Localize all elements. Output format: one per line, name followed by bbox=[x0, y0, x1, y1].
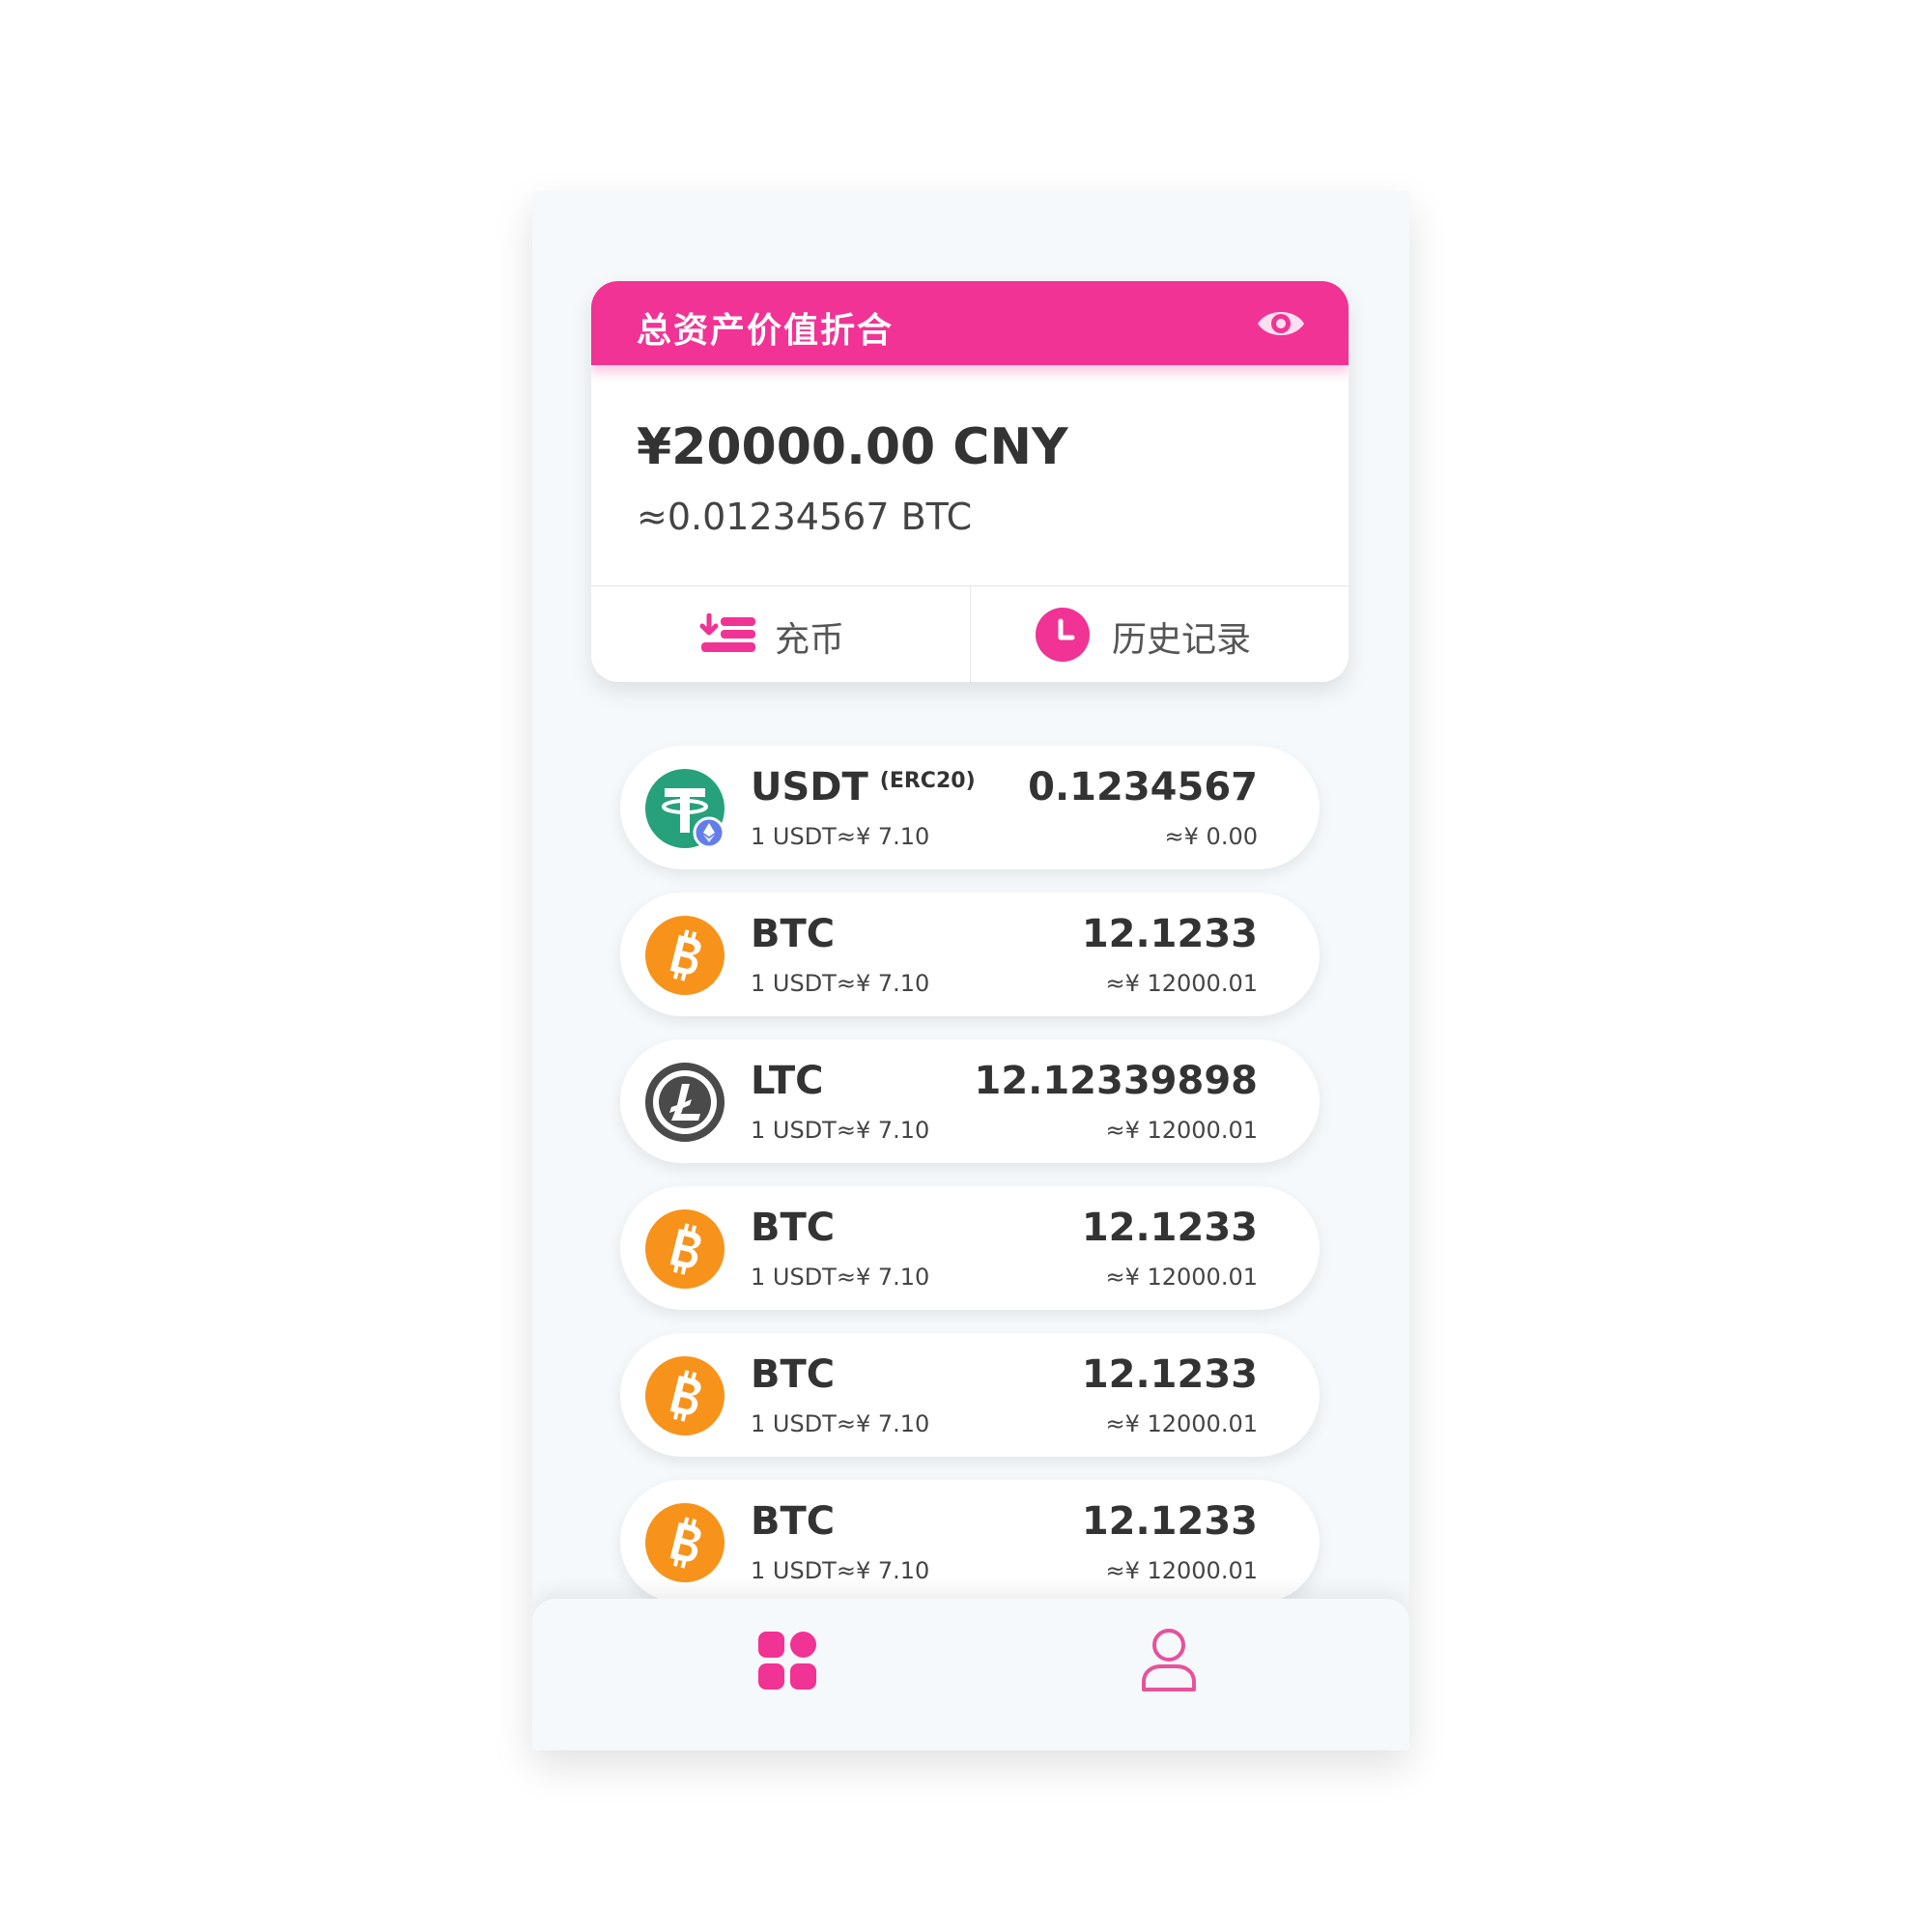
card-actions: 充币 历史记录 bbox=[591, 585, 1349, 682]
coin-amount: 12.1233 bbox=[1081, 1206, 1258, 1250]
coin-name: USDT (ERC20) bbox=[751, 765, 976, 810]
bottom-tab-bar bbox=[532, 1599, 1409, 1750]
bitcoin-icon bbox=[645, 1503, 724, 1582]
coin-rate: 1 USDT≈¥ 7.10 bbox=[751, 1557, 930, 1584]
bitcoin-icon bbox=[645, 916, 724, 995]
coin-value: ≈¥ 12000.01 bbox=[1105, 1410, 1258, 1437]
coin-row-btc[interactable]: BTC 1 USDT≈¥ 7.10 12.1233 ≈¥ 12000.01 bbox=[620, 1480, 1320, 1604]
app-screen: 总资产价值折合 ¥20000.00 CNY ≈0.01234567 BTC 充币 bbox=[532, 191, 1409, 1750]
deposit-icon bbox=[699, 613, 755, 652]
coin-rate: 1 USDT≈¥ 7.10 bbox=[751, 1264, 930, 1291]
coin-amount: 12.1233 bbox=[1081, 1352, 1258, 1397]
bitcoin-icon bbox=[645, 1209, 724, 1289]
coin-name: BTC bbox=[751, 1499, 836, 1544]
tether-icon bbox=[645, 769, 724, 848]
coin-amount: 12.1233 bbox=[1081, 912, 1258, 956]
coin-value: ≈¥ 12000.01 bbox=[1105, 1117, 1258, 1144]
clock-icon[interactable] bbox=[1034, 606, 1092, 664]
coin-network: (ERC20) bbox=[879, 769, 976, 793]
coin-row-btc[interactable]: BTC 1 USDT≈¥ 7.10 12.1233 ≈¥ 12000.01 bbox=[620, 893, 1320, 1016]
eye-icon[interactable] bbox=[1256, 304, 1306, 343]
coin-rate: 1 USDT≈¥ 7.10 bbox=[751, 970, 930, 997]
deposit-button[interactable]: 充币 bbox=[591, 586, 971, 682]
coin-amount: 12.1233 bbox=[1081, 1499, 1258, 1544]
coin-value: ≈¥ 12000.01 bbox=[1105, 970, 1258, 997]
coin-value: ≈¥ 0.00 bbox=[1164, 823, 1258, 850]
coin-name: LTC bbox=[751, 1059, 824, 1103]
coin-rate: 1 USDT≈¥ 7.10 bbox=[751, 1410, 930, 1437]
coin-value: ≈¥ 12000.01 bbox=[1105, 1557, 1258, 1584]
asset-summary-card: 总资产价值折合 ¥20000.00 CNY ≈0.01234567 BTC 充币 bbox=[591, 281, 1349, 682]
coin-name: BTC bbox=[751, 912, 836, 956]
deposit-label: 充币 bbox=[775, 620, 845, 660]
coin-row-usdt[interactable]: USDT (ERC20) 1 USDT≈¥ 7.10 0.1234567 ≈¥ 0… bbox=[620, 746, 1320, 869]
coin-rate: 1 USDT≈¥ 7.10 bbox=[751, 823, 930, 850]
bitcoin-icon bbox=[645, 1356, 724, 1435]
coin-value: ≈¥ 12000.01 bbox=[1105, 1264, 1258, 1291]
coin-name: BTC bbox=[751, 1206, 836, 1250]
card-header: 总资产价值折合 bbox=[591, 281, 1349, 365]
user-icon bbox=[1142, 1629, 1196, 1691]
coin-rate: 1 USDT≈¥ 7.10 bbox=[751, 1117, 930, 1144]
total-cny-value: ¥20000.00 CNY bbox=[637, 418, 1068, 476]
coin-row-ltc[interactable]: LTC 1 USDT≈¥ 7.10 12.12339898 ≈¥ 12000.0… bbox=[620, 1039, 1320, 1163]
coin-amount: 0.1234567 bbox=[1028, 765, 1258, 810]
card-title: 总资产价值折合 bbox=[637, 311, 895, 351]
tab-assets[interactable] bbox=[532, 1599, 971, 1750]
coin-row-btc[interactable]: BTC 1 USDT≈¥ 7.10 12.1233 ≈¥ 12000.01 bbox=[620, 1333, 1320, 1457]
tab-profile[interactable] bbox=[971, 1599, 1409, 1750]
coin-amount: 12.12339898 bbox=[974, 1059, 1258, 1103]
coin-row-btc[interactable]: BTC 1 USDT≈¥ 7.10 12.1233 ≈¥ 12000.01 bbox=[620, 1186, 1320, 1310]
grid-icon bbox=[758, 1632, 816, 1690]
coin-name: BTC bbox=[751, 1352, 836, 1397]
history-label[interactable]: 历史记录 bbox=[1112, 611, 1251, 662]
total-btc-value: ≈0.01234567 BTC bbox=[637, 496, 973, 538]
litecoin-icon bbox=[645, 1063, 724, 1142]
